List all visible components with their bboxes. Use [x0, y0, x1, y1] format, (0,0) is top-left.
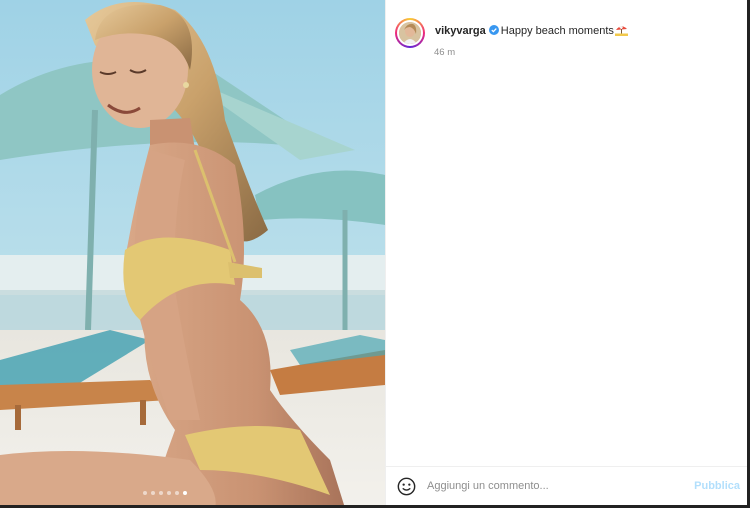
- post-detail-panel: vikyvarga Happy beach moments 46 m Pubbli…: [385, 0, 750, 508]
- story-ring[interactable]: [395, 18, 425, 48]
- carousel-dot: [143, 491, 147, 495]
- carousel-dot: [167, 491, 171, 495]
- username-link[interactable]: vikyvarga: [435, 25, 486, 37]
- carousel-dot: [159, 491, 163, 495]
- avatar[interactable]: [399, 22, 421, 44]
- verified-badge-icon: [488, 25, 499, 35]
- caption-text: Happy beach moments: [500, 25, 614, 37]
- carousel-dot-active: [183, 491, 187, 495]
- beach-umbrella-emoji: [614, 26, 628, 36]
- comment-bar: Pubblica: [386, 466, 748, 505]
- smiley-icon[interactable]: [397, 477, 416, 496]
- post-timestamp[interactable]: 46 m: [434, 47, 455, 58]
- carousel-dot: [151, 491, 155, 495]
- avatar-image: [399, 22, 421, 44]
- post-photo[interactable]: [0, 0, 385, 508]
- carousel-dot: [175, 491, 179, 495]
- beach-photo-image: [0, 0, 385, 508]
- comment-input[interactable]: [427, 480, 677, 492]
- carousel-indicator: [143, 490, 187, 496]
- post-caption: vikyvarga Happy beach moments: [395, 18, 628, 48]
- publish-button[interactable]: Pubblica: [694, 480, 740, 492]
